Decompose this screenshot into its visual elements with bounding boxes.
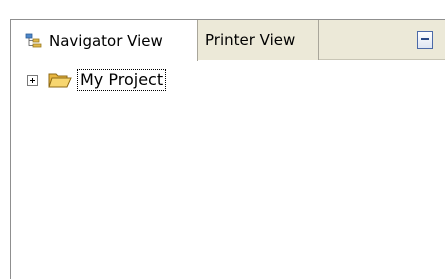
- minimize-icon[interactable]: [417, 31, 433, 49]
- window-frame: Navigator View Printer View My Project: [0, 0, 445, 279]
- open-folder-icon: [48, 71, 73, 89]
- tab-bar: Navigator View Printer View: [11, 20, 445, 61]
- navigator-tree: My Project: [11, 61, 445, 279]
- plus-expander-icon[interactable]: [27, 74, 38, 86]
- tab-label: Printer View: [205, 31, 296, 49]
- tab-printer-view[interactable]: Printer View: [198, 20, 319, 60]
- tree-item-my-project[interactable]: My Project: [27, 67, 167, 93]
- view-panel: Navigator View Printer View My Project: [10, 19, 445, 279]
- tab-navigator-view[interactable]: Navigator View: [11, 20, 198, 61]
- tab-label: Navigator View: [49, 31, 163, 50]
- tree-item-label: My Project: [77, 69, 167, 91]
- navigator-tree-icon: [25, 33, 43, 49]
